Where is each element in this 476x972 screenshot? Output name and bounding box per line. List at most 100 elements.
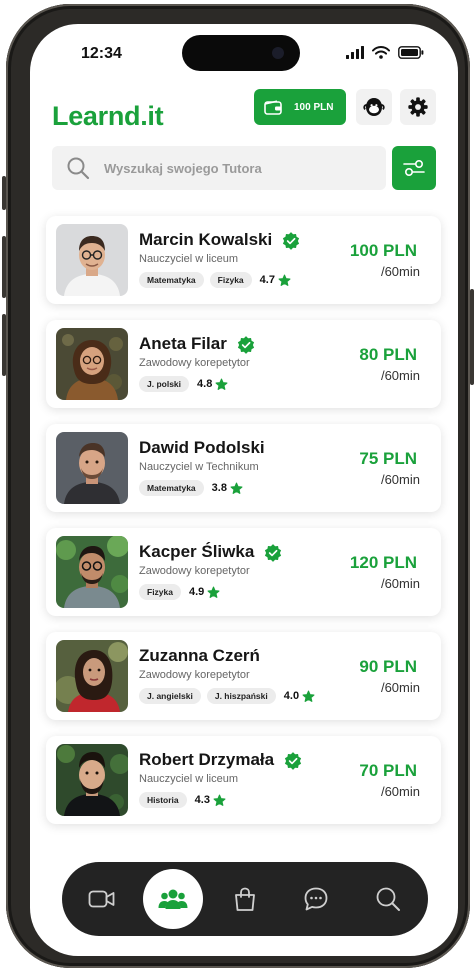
tutor-role: Zawodowy korepetytor xyxy=(139,565,250,577)
avatar xyxy=(56,432,128,504)
tutor-name-row: Aneta Filar xyxy=(139,334,255,354)
nav-shop[interactable] xyxy=(215,862,275,936)
tutor-card[interactable]: Robert Drzymała Nauczyciel w liceum Hist… xyxy=(46,736,441,824)
tutor-card[interactable]: Marcin Kowalski Nauczyciel w liceum Mate… xyxy=(46,216,441,304)
tutor-tags: J. polski 4.8 xyxy=(139,376,228,392)
status-icons xyxy=(346,46,424,59)
nav-search[interactable] xyxy=(358,862,418,936)
search-bar[interactable]: Wyszukaj swojego Tutora xyxy=(52,146,386,190)
tutor-role: Nauczyciel w Technikum xyxy=(139,461,259,473)
tutor-name: Dawid Podolski xyxy=(139,438,265,457)
subject-tag[interactable]: Historia xyxy=(139,792,187,808)
search-placeholder: Wyszukaj swojego Tutora xyxy=(104,160,262,176)
video-icon xyxy=(88,890,115,908)
avatar xyxy=(56,640,128,712)
phone-frame: 12:34 Learnd.it 100 PLN Wyszukaj swojego… xyxy=(2,4,474,968)
tutor-rating: 4.8 xyxy=(197,378,228,391)
status-time: 12:34 xyxy=(81,45,122,62)
app-logo: Learnd.it xyxy=(52,101,164,131)
star-icon xyxy=(278,274,291,286)
tutor-price: 70 PLN xyxy=(359,761,417,780)
nav-tutors[interactable] xyxy=(143,869,203,929)
profile-button[interactable] xyxy=(356,89,392,125)
avatar xyxy=(56,536,128,608)
shopping-bag-icon xyxy=(235,887,255,911)
star-icon xyxy=(207,586,220,598)
rating-value: 3.8 xyxy=(211,482,227,494)
tutor-tags: Matematyka Fizyka 4.7 xyxy=(139,272,291,288)
tutor-card[interactable]: Aneta Filar Zawodowy korepetytor J. pols… xyxy=(46,320,441,408)
sliders-icon xyxy=(403,159,425,177)
subject-tag[interactable]: Matematyka xyxy=(139,272,204,288)
star-icon xyxy=(215,378,228,390)
tutor-name: Kacper Śliwka xyxy=(139,542,255,561)
tutor-name: Zuzanna Czerń xyxy=(139,646,260,665)
subject-tag[interactable]: Fizyka xyxy=(209,272,252,288)
status-bar: 12:34 xyxy=(30,24,458,84)
star-icon xyxy=(302,690,315,702)
tutor-card[interactable]: Zuzanna Czerń Zawodowy korepetytor J. an… xyxy=(46,632,441,720)
battery-icon xyxy=(398,46,424,59)
tutor-name: Marcin Kowalski xyxy=(139,230,273,249)
verified-badge-icon xyxy=(283,231,300,250)
tutor-price: 80 PLN xyxy=(359,345,417,364)
subject-tag[interactable]: J. polski xyxy=(139,376,190,392)
tutor-price: 90 PLN xyxy=(359,657,417,676)
wallet-balance: 100 PLN xyxy=(294,101,334,113)
wallet-button[interactable]: 100 PLN xyxy=(254,89,346,125)
avatar xyxy=(56,744,128,816)
subject-tag[interactable]: J. angielski xyxy=(139,688,201,704)
subject-tag[interactable]: Fizyka xyxy=(139,584,181,600)
avatar xyxy=(56,224,128,296)
tutor-tags: Matematyka 3.8 xyxy=(139,480,243,496)
tutor-role: Nauczyciel w liceum xyxy=(139,773,239,785)
subject-tag[interactable]: Matematyka xyxy=(139,480,204,496)
bottom-nav xyxy=(62,862,428,936)
tutor-name-row: Dawid Podolski xyxy=(139,438,265,458)
star-icon xyxy=(213,794,226,806)
volume-up-button xyxy=(2,236,6,298)
tutor-rating: 4.0 xyxy=(284,690,315,703)
users-icon xyxy=(158,889,188,909)
tutor-tags: Fizyka 4.9 xyxy=(139,584,220,600)
verified-badge-icon xyxy=(285,751,302,770)
tutor-price: 120 PLN xyxy=(349,553,417,572)
verified-badge-icon xyxy=(265,543,282,562)
rating-value: 4.7 xyxy=(259,274,275,286)
tutor-rating: 4.9 xyxy=(189,586,220,599)
nav-video[interactable] xyxy=(72,862,132,936)
tutor-name-row: Robert Drzymała xyxy=(139,750,302,770)
price-unit: /60min xyxy=(380,576,420,591)
tutor-tags: Historia 4.3 xyxy=(139,792,226,808)
mascot-icon xyxy=(363,98,385,116)
tutor-name-row: Marcin Kowalski xyxy=(139,230,300,250)
rating-value: 4.8 xyxy=(197,378,213,390)
cellular-signal-icon xyxy=(346,46,364,59)
tutor-card[interactable]: Kacper Śliwka Zawodowy korepetytor Fizyk… xyxy=(46,528,441,616)
mute-switch xyxy=(2,176,6,210)
price-unit: /60min xyxy=(380,680,420,695)
tutor-tags: J. angielski J. hiszpański 4.0 xyxy=(139,688,315,704)
wallet-icon xyxy=(264,99,282,115)
tutor-name: Aneta Filar xyxy=(139,334,227,353)
volume-down-button xyxy=(2,314,6,376)
price-unit: /60min xyxy=(380,784,420,799)
settings-button[interactable] xyxy=(400,89,436,125)
dynamic-island xyxy=(182,35,300,71)
avatar xyxy=(56,328,128,400)
tutor-card[interactable]: Dawid Podolski Nauczyciel w Technikum Ma… xyxy=(46,424,441,512)
price-unit: /60min xyxy=(380,368,420,383)
tutor-name-row: Zuzanna Czerń xyxy=(139,646,260,666)
tutor-role: Zawodowy korepetytor xyxy=(139,669,250,681)
chat-icon xyxy=(304,887,328,911)
tutor-rating: 3.8 xyxy=(212,482,243,495)
wifi-icon xyxy=(372,46,390,59)
tutor-name: Robert Drzymała xyxy=(139,750,275,769)
search-icon xyxy=(67,157,90,180)
subject-tag[interactable]: J. hiszpański xyxy=(206,688,276,704)
rating-value: 4.0 xyxy=(283,690,300,702)
nav-messages[interactable] xyxy=(286,862,346,936)
filter-button[interactable] xyxy=(392,146,436,190)
power-button xyxy=(470,289,474,385)
price-unit: /60min xyxy=(380,264,420,279)
